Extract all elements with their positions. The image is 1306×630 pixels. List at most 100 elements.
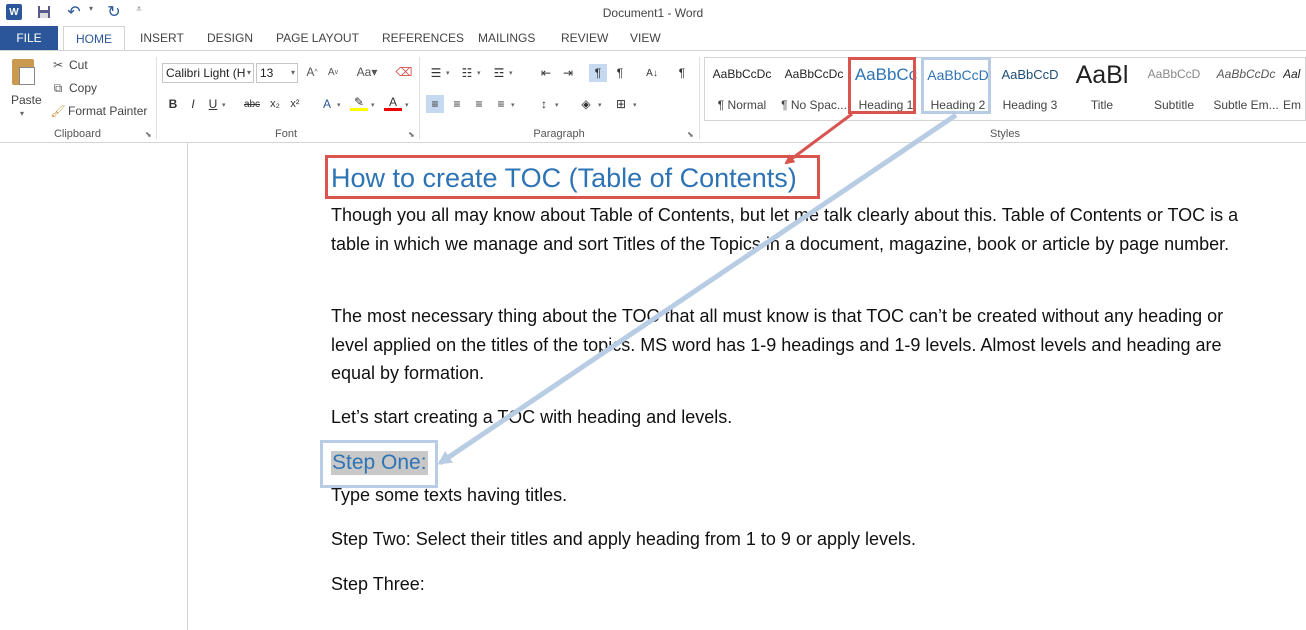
title-bar: W ↶ ▾ ↻ ⩡ Document1 - Word	[0, 0, 1306, 26]
grow-font-button[interactable]: A ^	[304, 64, 320, 80]
font-color-dropdown-icon[interactable]: ▾	[405, 101, 409, 109]
style-preview: AaBbCcDc	[712, 67, 772, 81]
heading-2-style-highlight	[921, 57, 991, 114]
document-line-2[interactable]: Step Two: Select their titles and apply …	[331, 529, 916, 550]
cut-button[interactable]: ✂ Cut	[50, 57, 88, 73]
font-color-button[interactable]: A	[384, 95, 402, 111]
paragraph-2[interactable]: The most necessary thing about the TOC t…	[331, 302, 1241, 388]
style-heading-3[interactable]: AaBbCcD Heading 3	[995, 61, 1065, 117]
heading-2-text-highlight	[320, 440, 438, 488]
bullets-dropdown-icon[interactable]: ▾	[446, 69, 450, 77]
tab-file[interactable]: FILE	[0, 26, 58, 50]
style-subtitle[interactable]: AaBbCcD Subtitle	[1139, 61, 1209, 117]
chevron-down-icon: ▾	[290, 68, 295, 77]
style-normal[interactable]: AaBbCcDc ¶ Normal	[707, 61, 777, 117]
tab-design[interactable]: DESIGN	[207, 26, 253, 50]
tab-references[interactable]: REFERENCES	[382, 26, 464, 50]
decrease-indent-button[interactable]: ⇤	[537, 64, 555, 82]
copy-button[interactable]: ⧉ Copy	[50, 80, 97, 96]
line-spacing-button[interactable]: ↕	[535, 95, 553, 113]
paste-icon	[12, 59, 35, 85]
paragraph-group-label: Paragraph	[533, 128, 585, 140]
font-launcher-icon[interactable]: ⬊	[408, 130, 415, 139]
tab-mailings[interactable]: MAILINGS	[478, 26, 535, 50]
style-preview: AaBbCcD	[1001, 67, 1059, 82]
bullets-button[interactable]: ☰	[427, 64, 445, 82]
numbering-button[interactable]: ☷	[458, 64, 476, 82]
borders-dropdown-icon[interactable]: ▾	[633, 101, 637, 109]
tab-page-layout[interactable]: PAGE LAYOUT	[276, 26, 359, 50]
shrink-font-button[interactable]: Av	[325, 64, 341, 80]
tab-view[interactable]: VIEW	[630, 26, 661, 50]
paragraph-launcher-icon[interactable]: ⬊	[687, 130, 694, 139]
paste-label: Paste	[11, 93, 42, 107]
font-size-combo[interactable]: 13 ▾	[256, 63, 298, 83]
tab-home[interactable]: HOME	[63, 26, 125, 51]
align-right-button[interactable]: ≡	[470, 95, 488, 113]
ribbon-tabs: FILE HOME INSERT DESIGN PAGE LAYOUT REFE…	[0, 26, 1306, 51]
style-name: Subtitle	[1153, 98, 1195, 112]
navigation-margin	[0, 143, 188, 630]
underline-button[interactable]: U	[204, 95, 222, 113]
align-center-button[interactable]: ≡	[448, 95, 466, 113]
group-separator	[699, 57, 700, 139]
style-emphasis[interactable]: Aal Em	[1283, 61, 1305, 117]
justify-button[interactable]: ≡	[492, 95, 510, 113]
show-formatting-marks-button[interactable]: ¶	[673, 64, 691, 82]
bold-button[interactable]: B	[164, 95, 182, 113]
font-name-combo[interactable]: Calibri Light (H ▾	[162, 63, 254, 83]
shading-dropdown-icon[interactable]: ▾	[598, 101, 602, 109]
style-subtle-emphasis[interactable]: AaBbCcDc Subtle Em...	[1211, 61, 1281, 117]
justify-dropdown-icon[interactable]: ▾	[511, 101, 515, 109]
format-painter-label: Format Painter	[68, 104, 148, 118]
format-painter-button[interactable]: 🖌 Format Painter	[50, 103, 147, 119]
tab-review[interactable]: REVIEW	[561, 26, 608, 50]
strikethrough-button[interactable]: abc	[241, 95, 263, 113]
style-name: Em	[1283, 98, 1301, 112]
window-title: Document1 - Word	[602, 6, 704, 20]
paragraph-3[interactable]: Let’s start creating a TOC with heading …	[331, 403, 1241, 432]
sort-button[interactable]: A↓	[643, 64, 661, 82]
borders-button[interactable]: ⊞	[612, 95, 630, 113]
style-name: Title	[1090, 98, 1114, 112]
style-preview: Aal	[1283, 67, 1301, 81]
increase-indent-button[interactable]: ⇥	[559, 64, 577, 82]
clear-formatting-button[interactable]: ⌫	[395, 64, 413, 80]
underline-dropdown-icon[interactable]: ▾	[222, 101, 226, 109]
highlight-dropdown-icon[interactable]: ▾	[371, 101, 375, 109]
style-preview: AaBbCcD	[1147, 67, 1201, 81]
subscript-button[interactable]: x₂	[266, 95, 284, 113]
eraser-icon: ⌫	[395, 65, 413, 79]
group-separator	[156, 57, 157, 139]
text-effects-dropdown-icon[interactable]: ▾	[337, 101, 341, 109]
numbering-dropdown-icon[interactable]: ▾	[477, 69, 481, 77]
ltr-button[interactable]: ¶	[589, 64, 607, 82]
multilevel-list-button[interactable]: ☲	[490, 64, 508, 82]
change-case-button[interactable]: Aa▾	[354, 64, 380, 80]
style-title[interactable]: AaBl Title	[1067, 61, 1137, 117]
shading-button[interactable]: ◈	[577, 95, 595, 113]
line-spacing-dropdown-icon[interactable]: ▾	[555, 101, 559, 109]
font-size-value: 13	[260, 66, 274, 80]
document-line-3[interactable]: Step Three:	[331, 574, 425, 595]
superscript-button[interactable]: x²	[286, 95, 304, 113]
style-name: ¶ No Spac...	[781, 98, 847, 112]
document-line-1[interactable]: Type some texts having titles.	[331, 485, 567, 506]
text-effects-button[interactable]: A	[318, 95, 336, 113]
font-group-label: Font	[274, 128, 297, 140]
group-separator	[419, 57, 420, 139]
rtl-button[interactable]: ¶	[611, 64, 629, 82]
styles-group-label: Styles	[990, 128, 1020, 140]
align-left-button[interactable]: ≡	[426, 95, 444, 113]
cut-label: Cut	[69, 58, 88, 72]
italic-button[interactable]: I	[184, 95, 202, 113]
ribbon: Paste ▾ ✂ Cut ⧉ Copy 🖌 Format Painter Cl…	[0, 50, 1306, 143]
highlight-color-button[interactable]: ✎	[350, 95, 368, 111]
tab-insert[interactable]: INSERT	[140, 26, 184, 50]
paste-dropdown-icon[interactable]: ▾	[20, 109, 24, 118]
style-no-spacing[interactable]: AaBbCcDc ¶ No Spac...	[779, 61, 849, 117]
paragraph-1[interactable]: Though you all may know about Table of C…	[331, 201, 1241, 258]
multilevel-dropdown-icon[interactable]: ▾	[509, 69, 513, 77]
style-preview: AaBl	[1075, 61, 1129, 89]
clipboard-launcher-icon[interactable]: ⬊	[145, 130, 152, 139]
